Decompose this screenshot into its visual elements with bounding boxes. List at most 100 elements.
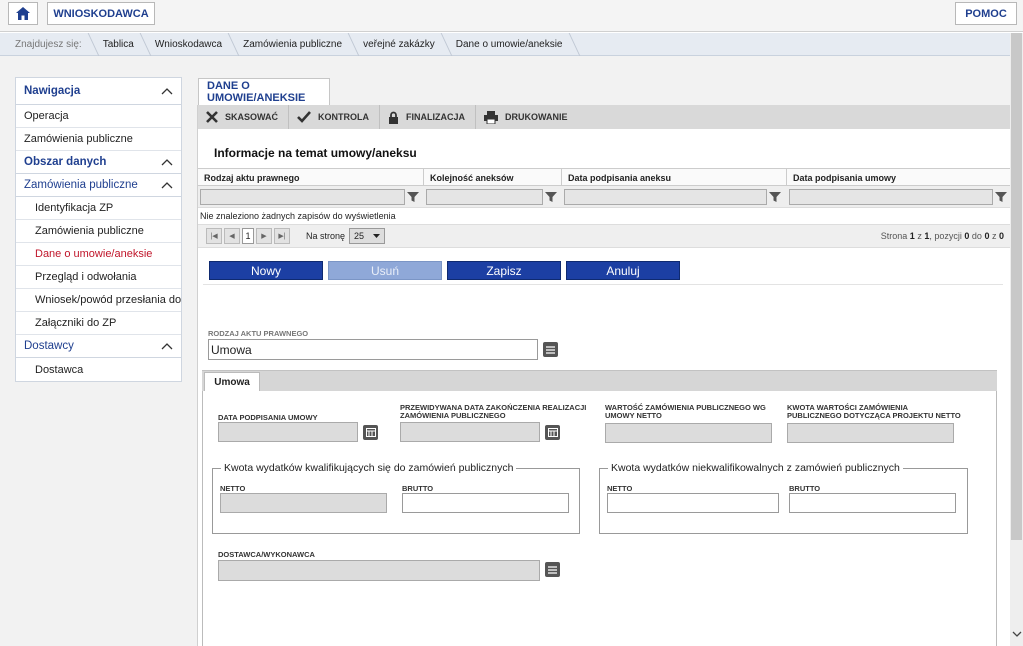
chevron-up-icon[interactable]: [161, 158, 173, 166]
column-header[interactable]: Data podpisania umowy: [787, 169, 1010, 185]
contract-date-label: DATA PODPISANIA UMOWY: [218, 413, 318, 422]
toolbar: SKASOWAĆ KONTROLA FINALIZACJA DRUKOWANIE: [198, 105, 1010, 129]
contract-value-field[interactable]: [605, 423, 772, 443]
eligible-netto-field[interactable]: [220, 493, 387, 513]
list-icon[interactable]: [545, 562, 560, 577]
scrollbar[interactable]: [1010, 33, 1023, 646]
filter-input[interactable]: [426, 188, 543, 205]
nav-section-public-orders[interactable]: Zamówienia publiczne: [16, 174, 181, 197]
filter-icon[interactable]: [769, 191, 781, 203]
empty-grid-message: Nie znaleziono żadnych zapisów do wyświe…: [200, 211, 396, 221]
contract-value-label: WARTOŚĆ ZAMÓWIENIA PUBLICZNEGO WG UMOWY …: [605, 403, 766, 420]
ineligible-brutto-field[interactable]: [789, 493, 956, 513]
nav-header[interactable]: Nawigacja: [16, 78, 181, 105]
home-icon: [16, 7, 30, 20]
chevron-up-icon[interactable]: [161, 181, 173, 189]
nav-item-identification[interactable]: Identyfikacja ZP: [16, 197, 181, 220]
netto-label: NETTO: [607, 484, 633, 493]
save-button[interactable]: Zapisz: [447, 261, 561, 280]
top-bar: WNIOSKODAWCA POMOC: [0, 0, 1023, 32]
chevron-up-icon[interactable]: [161, 87, 173, 95]
next-page-icon[interactable]: ▶: [256, 228, 272, 244]
cancel-button[interactable]: Anuluj: [566, 261, 680, 280]
nav-item-uokik-request[interactable]: Wniosek/powód przesłania do UOKiK: [16, 289, 181, 312]
filter-icon[interactable]: [545, 191, 557, 203]
help-button[interactable]: POMOC: [955, 2, 1017, 25]
checkmark-icon: [297, 111, 311, 123]
calendar-icon[interactable]: [545, 425, 560, 440]
ineligible-legend: Kwota wydatków niekwalifikowalnych z zam…: [608, 462, 903, 474]
new-button[interactable]: Nowy: [209, 261, 323, 280]
nav-item-review[interactable]: Przegląd i odwołania: [16, 266, 181, 289]
pager-info-value: 0: [998, 231, 1004, 241]
nav-item-attachments[interactable]: Załączniki do ZP: [16, 312, 181, 335]
check-toolbar-button[interactable]: KONTROLA: [289, 105, 381, 129]
brutto-label: BRUTTO: [789, 484, 821, 493]
pager-info-text: z: [991, 231, 997, 241]
eligible-brutto-field[interactable]: [402, 493, 569, 513]
filter-input[interactable]: [789, 188, 993, 205]
ineligible-netto-field[interactable]: [607, 493, 779, 513]
delete-button[interactable]: Usuń: [328, 261, 442, 280]
delete-toolbar-button[interactable]: SKASOWAĆ: [198, 105, 290, 129]
prev-page-icon[interactable]: ◀: [224, 228, 240, 244]
breadcrumb-item[interactable]: Wnioskodawca: [146, 33, 234, 56]
toolbar-label: SKASOWAĆ: [225, 112, 279, 122]
breadcrumb-prefix: Znajdujesz się:: [0, 33, 94, 56]
expected-end-label: PRZEWIDYWANA DATA ZAKOŃCZENIA REALIZACJI…: [400, 403, 587, 420]
calendar-icon[interactable]: [363, 425, 378, 440]
breadcrumb-item[interactable]: veřejné zakázky: [354, 33, 447, 56]
breadcrumb-item[interactable]: Tablica: [94, 33, 146, 56]
nav-item-supplier[interactable]: Dostawca: [16, 358, 181, 381]
grid-header: Rodzaj aktu prawnego Kolejność aneksów D…: [198, 168, 1010, 186]
breadcrumb-item[interactable]: Dane o umowie/aneksie: [447, 33, 575, 56]
legal-act-field[interactable]: Umowa: [208, 339, 538, 360]
list-icon[interactable]: [543, 342, 558, 357]
column-header[interactable]: Rodzaj aktu prawnego: [198, 169, 424, 185]
tab-contract[interactable]: Umowa: [204, 372, 260, 392]
toolbar-label: FINALIZACJA: [406, 112, 466, 122]
scrollbar-thumb[interactable]: [1011, 33, 1022, 540]
supplier-label: DOSTAWCA/WYKONAWCA: [218, 550, 315, 559]
page-tab-title[interactable]: DANE O UMOWIE/ANEKSIE: [198, 78, 330, 105]
nav-item-operation[interactable]: Operacja: [16, 105, 181, 128]
nav-section-suppliers[interactable]: Dostawcy: [16, 335, 181, 358]
page-number-input[interactable]: 1: [242, 228, 254, 244]
filter-input[interactable]: [200, 188, 405, 205]
pager-info-value: 0: [984, 231, 990, 241]
column-header[interactable]: Data podpisania aneksu: [562, 169, 787, 185]
eligible-legend: Kwota wydatków kwalifikujących się do za…: [221, 462, 517, 474]
per-page-label: Na stronę: [306, 231, 346, 241]
pager-info-text: do: [971, 231, 982, 241]
expected-end-field[interactable]: [400, 422, 540, 442]
column-header[interactable]: Kolejność aneksów: [424, 169, 562, 185]
nav-item-contract-data[interactable]: Dane o umowie/aneksie: [16, 243, 181, 266]
supplier-field[interactable]: [218, 560, 540, 581]
last-page-icon[interactable]: ▶|: [274, 228, 290, 244]
chevron-up-icon[interactable]: [161, 342, 173, 350]
first-page-icon[interactable]: |◀: [206, 228, 222, 244]
pager-info-text: Strona: [880, 231, 908, 241]
home-button[interactable]: [8, 2, 38, 25]
project-value-field[interactable]: [787, 423, 954, 443]
breadcrumb-item[interactable]: Zamówienia publiczne: [234, 33, 354, 56]
toolbar-label: KONTROLA: [318, 112, 370, 122]
legal-act-label: RODZAJ AKTU PRAWNEGO: [208, 329, 309, 338]
nav-section-data-area[interactable]: Obszar danych: [16, 151, 181, 174]
nav-section-label: Zamówienia publiczne: [24, 179, 138, 191]
nav-item-public-orders[interactable]: Zamówienia publiczne: [16, 128, 181, 151]
applicant-button[interactable]: WNIOSKODAWCA: [47, 2, 155, 25]
nav-item-public-orders-sub[interactable]: Zamówienia publiczne: [16, 220, 181, 243]
filter-input[interactable]: [564, 188, 767, 205]
finalize-toolbar-button[interactable]: FINALIZACJA: [380, 105, 477, 129]
pager-info-value: 1: [909, 231, 915, 241]
per-page-select[interactable]: 25: [349, 228, 386, 244]
print-toolbar-button[interactable]: DRUKOWANIE: [476, 105, 578, 129]
nav-section-label: Obszar danych: [24, 156, 107, 168]
scroll-down-icon[interactable]: [1011, 628, 1022, 640]
filter-icon[interactable]: [995, 191, 1007, 203]
contract-date-field[interactable]: [218, 422, 358, 442]
subtab-bar: [202, 370, 997, 391]
pager-info-text: , pozycji: [929, 231, 962, 241]
filter-icon[interactable]: [407, 191, 419, 203]
